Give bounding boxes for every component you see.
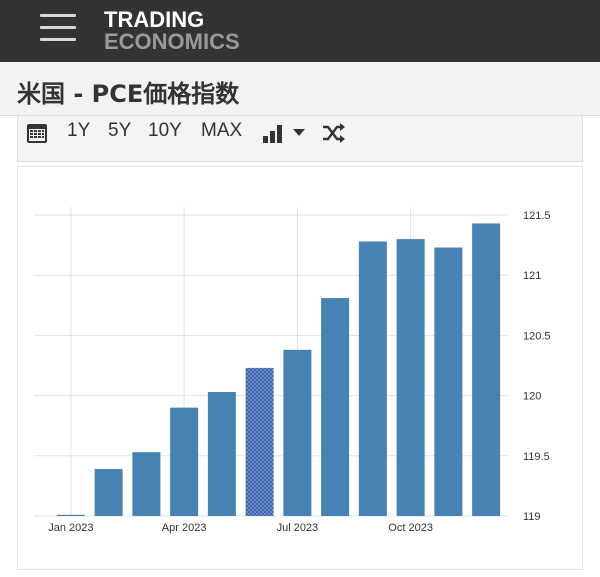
chart-bar <box>434 247 463 516</box>
chart-bar <box>321 298 350 516</box>
chart-bar <box>472 223 501 516</box>
menu-line <box>40 26 76 29</box>
y-tick-label: 120.5 <box>523 330 551 342</box>
hamburger-menu-icon[interactable] <box>40 14 76 46</box>
pce-bar-chart: 119 119.5 120 120.5 121 121.5 Jan 2023 Apr 2023… <box>34 207 551 534</box>
chart-bar <box>56 514 85 516</box>
x-tick-label: Jul 2023 <box>277 522 319 534</box>
chart-bar <box>358 241 387 516</box>
bar-chart-icon[interactable] <box>262 122 284 149</box>
caret-down-icon[interactable] <box>292 126 306 145</box>
range-10y-button[interactable]: 10Y <box>148 120 182 142</box>
chart-bar <box>245 367 274 516</box>
y-tick-label: 119.5 <box>523 451 550 463</box>
chart-bar <box>207 391 236 516</box>
chart-bar <box>132 452 161 516</box>
y-tick-label: 119 <box>523 511 541 523</box>
range-5y-button[interactable]: 5Y <box>108 120 131 142</box>
page-title: 米国 - PCE価格指数 <box>17 80 240 108</box>
chart-container: 119 119.5 120 120.5 121 121.5 Jan 2023 Apr 2023… <box>17 166 583 570</box>
x-tick-label: Apr 2023 <box>162 522 207 534</box>
chart-bar <box>94 469 123 516</box>
site-logo[interactable]: TRADING ECONOMICS <box>104 9 240 53</box>
calendar-icon[interactable] <box>26 122 48 149</box>
x-tick-label: Jan 2023 <box>48 522 93 534</box>
title-bar: 米国 - PCE価格指数 <box>0 62 600 116</box>
shuffle-icon[interactable] <box>322 122 346 149</box>
y-tick-label: 121.5 <box>523 210 551 222</box>
chart-bar <box>283 349 312 516</box>
logo-line-trading: TRADING <box>104 7 205 32</box>
chart-bar <box>170 407 199 516</box>
top-navigation-bar: TRADING ECONOMICS <box>0 0 600 62</box>
y-tick-label: 120 <box>523 391 541 403</box>
x-tick-label: Oct 2023 <box>388 522 433 534</box>
y-tick-label: 121 <box>523 270 541 282</box>
chart-toolbar: 1Y 5Y 10Y MAX <box>17 116 583 162</box>
range-max-button[interactable]: MAX <box>201 120 242 142</box>
menu-line <box>40 38 76 41</box>
logo-line-economics: ECONOMICS <box>104 29 240 54</box>
menu-line <box>40 14 76 17</box>
chart-bar <box>396 239 425 516</box>
range-1y-button[interactable]: 1Y <box>67 120 90 142</box>
